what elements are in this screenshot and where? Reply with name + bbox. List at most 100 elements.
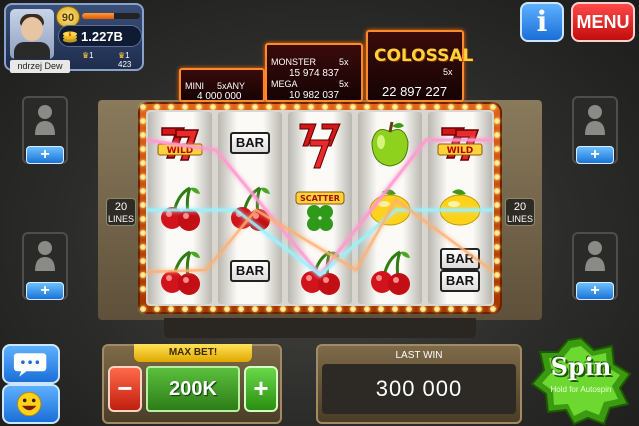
marquee-bulb — [308, 306, 314, 312]
info-button[interactable]: i — [520, 2, 564, 42]
decrease-bet-button[interactable]: − — [108, 366, 142, 412]
reel-4 — [358, 112, 422, 304]
cherry-icon — [161, 250, 200, 295]
reel-symbol: WILD — [148, 112, 212, 176]
crown-count-value: 1 — [89, 51, 94, 60]
user-silhouette-icon — [35, 241, 55, 271]
cherry-icon — [371, 250, 410, 295]
jackpot-mega-value: 10 982 037 — [289, 90, 340, 101]
scatter-clover-icon: SCATTER — [295, 191, 345, 231]
empty-seat-right-bottom[interactable]: + — [572, 232, 618, 300]
reel-symbol: SCATTER — [288, 176, 352, 240]
reel-symbol — [358, 176, 422, 240]
menu-button[interactable]: MENU — [571, 2, 635, 42]
jackpot-monster-label: MONSTER — [271, 57, 316, 67]
max-bet-button[interactable]: MAX BET! — [134, 344, 252, 362]
wild-seven-icon: WILD — [157, 127, 203, 161]
lines-badge-left: 20 LINES — [106, 198, 136, 226]
marquee-bulb — [140, 104, 146, 110]
reel-symbol: BAR — [218, 240, 282, 304]
wild-symbol-text: WILD — [447, 146, 473, 156]
coin-balance-value: 1.227B — [81, 29, 123, 44]
marquee-bulb — [494, 132, 500, 138]
marquee-bulb — [494, 216, 500, 222]
spin-button[interactable] — [528, 336, 634, 426]
marquee-bulb — [494, 188, 500, 194]
wild-symbol-text: WILD — [167, 146, 193, 156]
jackpot-colossal: COLOSSAL 5x 22 897 227 — [366, 30, 473, 102]
player-avatar[interactable] — [10, 9, 54, 59]
reel-symbol — [358, 112, 422, 176]
marquee-bulb — [280, 306, 286, 312]
reel-symbol: WILD — [428, 112, 492, 176]
reel-5: WILD BAR BAR — [428, 112, 492, 304]
marquee-bulb — [494, 160, 500, 166]
jackpot-mini: MINI 5xANY 4 000 000 — [179, 68, 265, 102]
add-player-button[interactable]: + — [26, 282, 64, 300]
add-player-button[interactable]: + — [26, 146, 64, 164]
lines-count: 20 — [114, 201, 128, 213]
xp-bar-fill — [82, 13, 114, 19]
coin-balance: $ 1.227B — [58, 25, 142, 47]
marquee-bulb — [252, 306, 258, 312]
emoji-button[interactable] — [2, 384, 60, 424]
user-silhouette-icon — [35, 105, 55, 135]
lines-count: 20 — [513, 201, 527, 213]
marquee-bulb — [406, 306, 412, 312]
marquee-bulb — [210, 306, 216, 312]
triple-seven-icon — [299, 123, 341, 169]
add-player-button[interactable]: + — [576, 146, 614, 164]
jackpot-monster-multiplier: 5x — [339, 57, 349, 67]
lines-badge-right: 20 LINES — [505, 198, 535, 226]
jackpot-colossal-multiplier: 5x — [443, 67, 453, 77]
marquee-bulb — [336, 306, 342, 312]
marquee-bulb — [494, 286, 500, 292]
bet-amount: 200K — [146, 366, 240, 412]
lines-label: LINES — [506, 214, 533, 224]
trophy-count: ♛1 423 — [118, 51, 142, 69]
marquee-bulb — [196, 306, 202, 312]
player-panel[interactable]: 90 $ 1.227B ♛1 ♛1 423 ndrzej Dew — [4, 3, 144, 73]
marquee-bulb — [494, 244, 500, 250]
jackpot-mini-multiplier: 5xANY — [217, 81, 246, 91]
marquee-bulb — [494, 118, 500, 124]
marquee-bulb — [494, 258, 500, 264]
marquee-bulb — [168, 306, 174, 312]
increase-bet-button[interactable]: + — [244, 366, 278, 412]
wild-seven-icon: WILD — [437, 127, 483, 161]
bar-symbol: BAR — [230, 260, 270, 282]
reel-symbol: BAR BAR — [428, 240, 492, 304]
marquee-bulb — [420, 306, 426, 312]
marquee-bulb — [494, 202, 500, 208]
empty-seat-right-top[interactable]: + — [572, 96, 618, 164]
marquee-bulb — [490, 306, 496, 312]
cherry-icon — [301, 250, 340, 295]
reel-symbol — [218, 176, 282, 240]
reel-symbol — [148, 240, 212, 304]
last-win-label: LAST WIN — [395, 350, 443, 361]
marquee-bulb — [490, 104, 496, 110]
apple-icon — [371, 121, 409, 167]
marquee-bulb — [476, 306, 482, 312]
jackpot-colossal-value: 22 897 227 — [382, 84, 448, 99]
user-silhouette-icon — [585, 105, 605, 135]
add-player-button[interactable]: + — [576, 282, 614, 300]
user-silhouette-icon — [585, 241, 605, 271]
marquee-bulb — [494, 174, 500, 180]
jackpot-mega-multiplier: 5x — [339, 79, 349, 89]
chat-button[interactable] — [2, 344, 60, 384]
marquee-bulb — [140, 306, 146, 312]
svg-text:$: $ — [68, 32, 71, 38]
jackpot-colossal-label: COLOSSAL — [374, 46, 474, 66]
reel-1: WILD — [148, 112, 212, 304]
lines-label: LINES — [107, 214, 134, 224]
marquee-bulb — [364, 306, 370, 312]
marquee-bulb — [392, 306, 398, 312]
chat-bubble-icon — [13, 353, 47, 377]
spin-label: Spin — [550, 352, 612, 381]
scatter-symbol-text: SCATTER — [300, 194, 340, 203]
jackpot-monster-mega: MONSTER 5x 15 974 837 MEGA 5x 10 982 037 — [265, 43, 363, 102]
player-name: ndrzej Dew — [10, 60, 70, 73]
empty-seat-left-top[interactable]: + — [22, 96, 68, 164]
empty-seat-left-bottom[interactable]: + — [22, 232, 68, 300]
